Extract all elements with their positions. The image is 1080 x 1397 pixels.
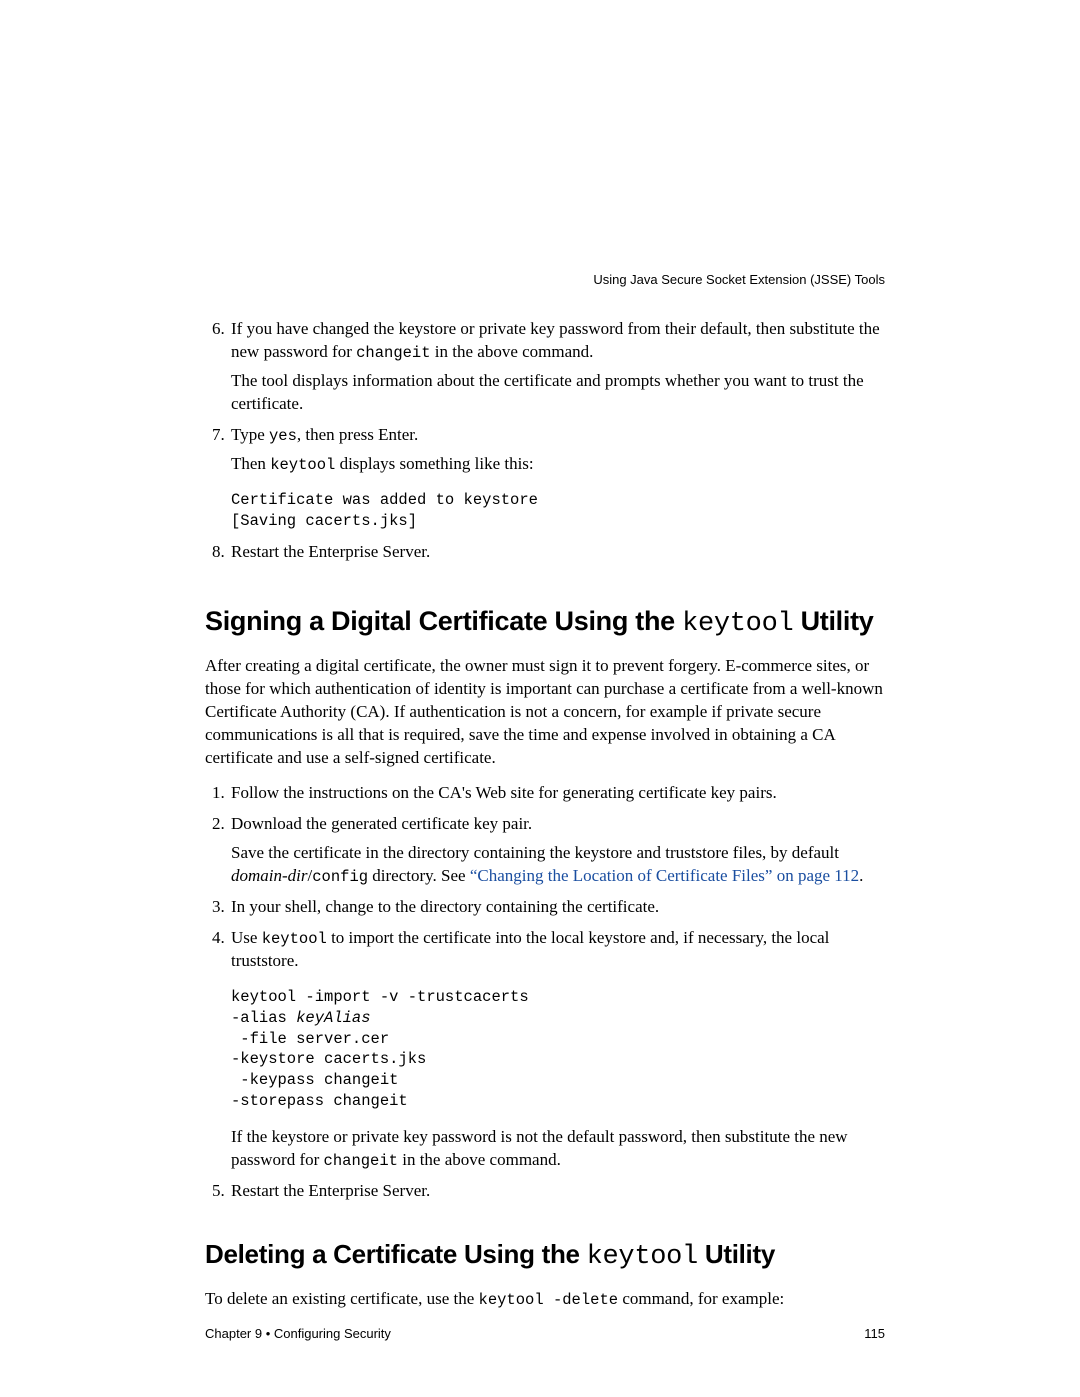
- italic-text: keyAlias: [296, 1009, 370, 1027]
- text: Follow the instructions on the CA's Web …: [231, 783, 777, 802]
- text: Then: [231, 454, 270, 473]
- steps-list-1: If you have changed the keystore or priv…: [205, 318, 885, 564]
- inline-code: changeit: [356, 344, 430, 362]
- italic-text: domain-dir: [231, 866, 308, 885]
- text: Signing a Digital Certificate Using the: [205, 606, 682, 636]
- inline-code: keytool: [262, 930, 327, 948]
- text: Utility: [698, 1239, 775, 1269]
- text: keytool -import -v -trustcacerts -alias: [231, 988, 529, 1027]
- text: .: [859, 866, 863, 885]
- list-item: Restart the Enterprise Server.: [229, 1180, 885, 1203]
- list-item: Restart the Enterprise Server.: [229, 541, 885, 564]
- page-content: If you have changed the keystore or priv…: [0, 0, 1080, 1383]
- text: Deleting a Certificate Using the: [205, 1239, 587, 1269]
- list-item: In your shell, change to the directory c…: [229, 896, 885, 919]
- list-item: Type yes, then press Enter. Then keytool…: [229, 424, 885, 532]
- list-item: Use keytool to import the certificate in…: [229, 927, 885, 1172]
- text: Download the generated certificate key p…: [231, 814, 532, 833]
- code-block: keytool -import -v -trustcacerts -alias …: [231, 987, 885, 1113]
- inline-code: keytool: [270, 456, 335, 474]
- text: command, for example:: [618, 1289, 784, 1308]
- text: in the above command.: [431, 342, 594, 361]
- inline-code: changeit: [324, 1152, 398, 1170]
- text: If the keystore or private key password …: [231, 1126, 885, 1172]
- inline-code: keytool: [682, 609, 793, 639]
- text: Use: [231, 928, 262, 947]
- footer-chapter: Chapter 9 • Configuring Security: [205, 1326, 391, 1341]
- text: To delete an existing certificate, use t…: [205, 1289, 479, 1308]
- inline-code: config: [312, 868, 368, 886]
- cross-reference-link[interactable]: “Changing the Location of Certificate Fi…: [470, 866, 859, 885]
- text: Then keytool displays something like thi…: [231, 453, 885, 476]
- heading-signing: Signing a Digital Certificate Using the …: [205, 606, 885, 639]
- text: -file server.cer -keystore cacerts.jks -…: [231, 1030, 426, 1111]
- text: displays something like this:: [335, 454, 533, 473]
- inline-code: keytool: [587, 1242, 698, 1272]
- text: directory. See: [368, 866, 470, 885]
- text: Save the certificate in the directory co…: [231, 842, 885, 888]
- paragraph: After creating a digital certificate, th…: [205, 655, 885, 770]
- text: in the above command.: [398, 1150, 561, 1169]
- text: In your shell, change to the directory c…: [231, 897, 659, 916]
- footer-page-number: 115: [864, 1326, 885, 1341]
- text: The tool displays information about the …: [231, 370, 885, 416]
- code-block: Certificate was added to keystore [Savin…: [231, 490, 885, 532]
- inline-code: yes: [269, 427, 297, 445]
- inline-code: keytool -delete: [479, 1291, 619, 1309]
- running-head: Using Java Secure Socket Extension (JSSE…: [593, 272, 885, 287]
- text: Type: [231, 425, 269, 444]
- text: Restart the Enterprise Server.: [231, 1181, 430, 1200]
- text: Save the certificate in the directory co…: [231, 843, 839, 862]
- heading-deleting: Deleting a Certificate Using the keytool…: [205, 1239, 885, 1272]
- page-footer: Chapter 9 • Configuring Security 115: [205, 1326, 885, 1341]
- paragraph: To delete an existing certificate, use t…: [205, 1288, 885, 1311]
- list-item: Download the generated certificate key p…: [229, 813, 885, 888]
- text: Restart the Enterprise Server.: [231, 542, 430, 561]
- text: Utility: [793, 606, 873, 636]
- list-item: Follow the instructions on the CA's Web …: [229, 782, 885, 805]
- text: , then press Enter.: [297, 425, 418, 444]
- list-item: If you have changed the keystore or priv…: [229, 318, 885, 416]
- steps-list-2: Follow the instructions on the CA's Web …: [205, 782, 885, 1203]
